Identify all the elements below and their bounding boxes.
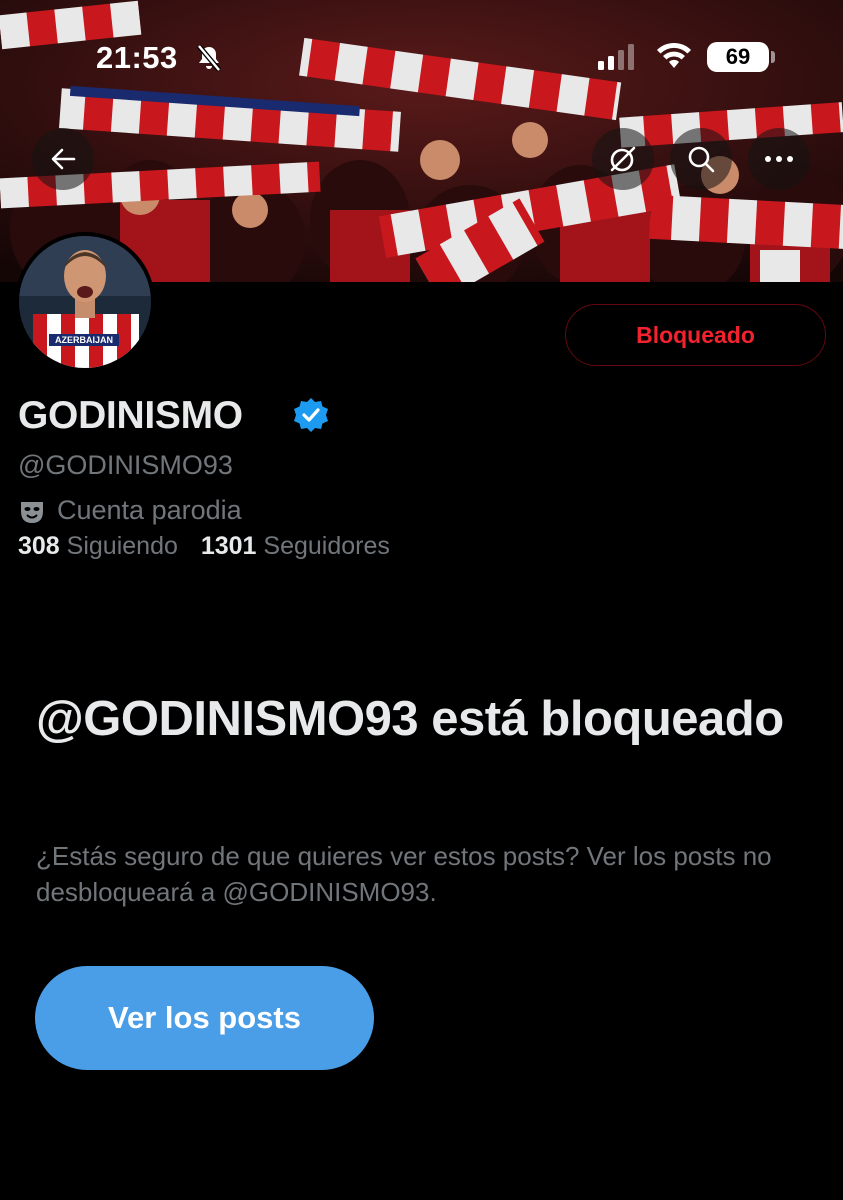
more-horizontal-icon xyxy=(765,156,793,162)
avatar-shirt-text: AZERBAIJAN xyxy=(55,335,113,345)
following-count: 308 xyxy=(18,532,60,560)
grok-icon xyxy=(610,146,636,172)
view-posts-button[interactable]: Ver los posts xyxy=(35,966,374,1070)
avatar[interactable]: AZERBAIJAN xyxy=(15,232,155,372)
back-button[interactable] xyxy=(32,128,94,190)
more-button[interactable] xyxy=(748,128,810,190)
status-bar: 21:53 69 xyxy=(0,0,843,110)
follow-stats: 308 Siguiendo 1301 Seguidores xyxy=(18,532,406,561)
cellular-signal-icon xyxy=(598,44,636,75)
profile-handle: @GODINISMO93 xyxy=(18,450,233,480)
battery-icon: 69 xyxy=(707,42,769,72)
arrow-left-icon xyxy=(51,148,76,170)
verified-badge-icon[interactable] xyxy=(293,397,329,438)
status-time: 21:53 xyxy=(96,40,178,75)
parody-account-label: Cuenta parodia xyxy=(57,495,242,525)
following-label: Siguiendo xyxy=(66,532,178,560)
blocked-notice-title: @GODINISMO93 está bloqueado xyxy=(36,692,784,746)
battery-tip xyxy=(771,51,775,63)
display-name: GODINISMO xyxy=(18,394,243,437)
blocked-button[interactable]: Bloqueado xyxy=(565,304,826,366)
followers-label: Seguidores xyxy=(263,532,390,560)
bell-slash-icon xyxy=(196,44,222,77)
search-icon xyxy=(688,146,715,173)
battery-level: 69 xyxy=(725,44,751,69)
following-link[interactable]: 308 Siguiendo xyxy=(18,532,178,561)
blocked-notice-description: ¿Estás seguro de que quieres ver estos p… xyxy=(36,841,772,907)
wifi-icon xyxy=(656,42,692,75)
avatar-image: AZERBAIJAN xyxy=(19,236,151,368)
parody-mask-icon xyxy=(19,499,45,530)
followers-link[interactable]: 1301 Seguidores xyxy=(201,532,390,561)
search-button[interactable] xyxy=(670,128,732,190)
grok-button[interactable] xyxy=(592,128,654,190)
followers-count: 1301 xyxy=(200,532,257,560)
